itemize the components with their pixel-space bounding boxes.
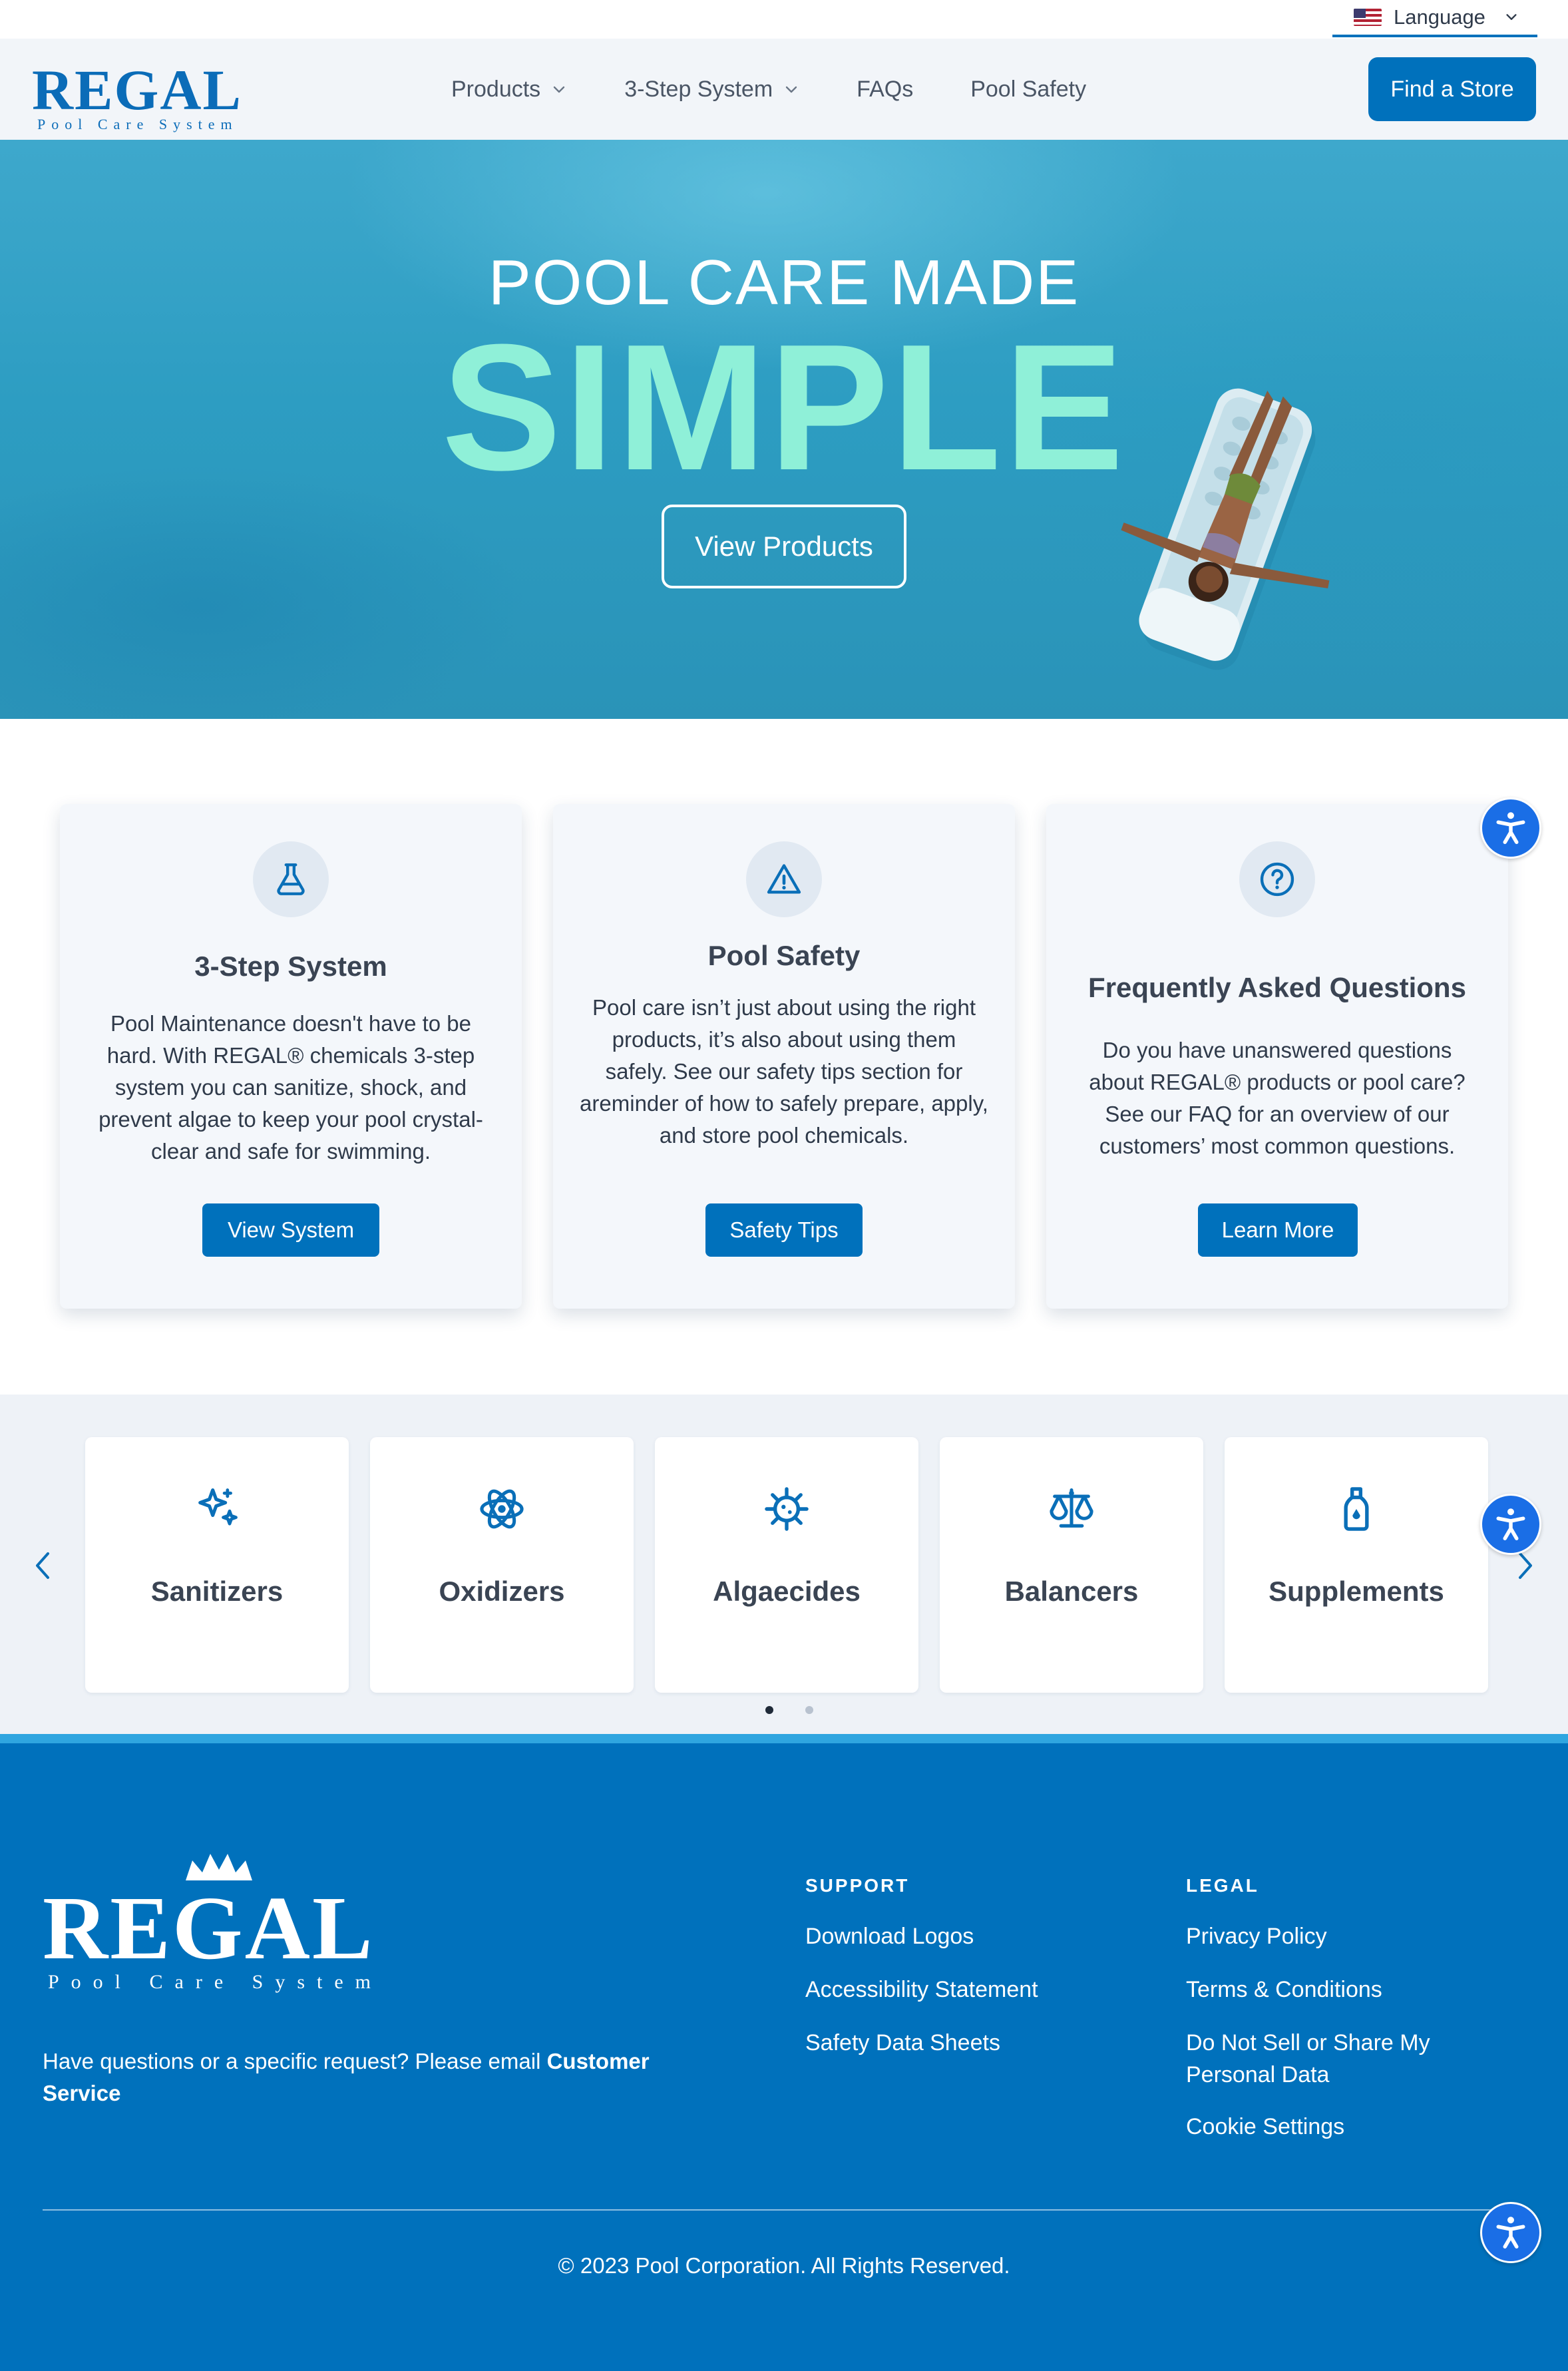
- card-text: Do you have unanswered questions about R…: [1089, 1038, 1466, 1158]
- atom-icon: [480, 1489, 524, 1529]
- category-card-algaecides[interactable]: Algaecides: [655, 1437, 918, 1693]
- logo-tagline: Pool Care System: [37, 116, 238, 132]
- chevron-down-icon: [553, 86, 565, 93]
- category-label: Sanitizers: [150, 1576, 284, 1607]
- footer-contact-text: Have questions or a specific request? Pl…: [43, 2046, 708, 2109]
- warning-icon: [746, 841, 822, 917]
- footer-link-download-logos[interactable]: Download Logos: [805, 1920, 974, 1952]
- swimmer-on-float-image: [1121, 388, 1330, 670]
- accessibility-icon: [1496, 812, 1525, 844]
- footer-link-accessibility-statement[interactable]: Accessibility Statement: [805, 1974, 1038, 2006]
- carousel-pagination: [765, 1706, 813, 1714]
- hero-banner: POOL CARE MADE SIMPLE View Products: [0, 140, 1568, 719]
- footer-link-privacy-policy[interactable]: Privacy Policy: [1186, 1920, 1327, 1952]
- language-selector[interactable]: Language: [1332, 0, 1537, 37]
- nav-products-label: Products: [451, 76, 541, 102]
- support-heading: SUPPORT: [805, 1875, 910, 1896]
- learn-more-button[interactable]: Learn More: [1198, 1203, 1358, 1257]
- category-card-supplements[interactable]: Supplements: [1225, 1437, 1488, 1693]
- carousel-dot-2[interactable]: [805, 1706, 813, 1714]
- accessibility-button[interactable]: [1480, 2202, 1541, 2263]
- footer-logo-wordmark: REGAL: [43, 1878, 375, 1978]
- accessibility-icon: [1496, 2217, 1525, 2249]
- product-category-carousel: Sanitizers Oxidizers Algaecides Balancer…: [0, 1395, 1568, 1734]
- nav-pool-safety-label: Pool Safety: [970, 76, 1087, 102]
- accessibility-button[interactable]: [1480, 797, 1541, 859]
- carousel-dot-1[interactable]: [765, 1706, 773, 1714]
- footer-link-cookie-settings[interactable]: Cookie Settings: [1186, 2111, 1344, 2143]
- regal-logo[interactable]: REGAL Pool Care System: [32, 59, 241, 132]
- card-title: Pool Safety: [707, 940, 861, 971]
- category-label: Algaecides: [713, 1576, 861, 1607]
- card-text: Pool Maintenance doesn't have to be hard…: [98, 1011, 483, 1164]
- chevron-down-icon: [1506, 14, 1517, 20]
- language-bar: Language: [0, 0, 1568, 39]
- category-card-balancers[interactable]: Balancers: [940, 1437, 1203, 1693]
- accessibility-icon: [1496, 1508, 1525, 1540]
- logo-wordmark: REGAL: [32, 58, 242, 122]
- view-products-button[interactable]: View Products: [662, 505, 906, 588]
- contact-text: Have questions or a specific request? Pl…: [43, 2049, 547, 2073]
- find-a-store-button[interactable]: Find a Store: [1368, 57, 1536, 121]
- chevron-down-icon: [785, 86, 797, 93]
- site-footer: REGAL Pool Care System Have questions or…: [0, 1743, 1568, 2371]
- category-label: Oxidizers: [439, 1576, 565, 1607]
- copyright-text: © 2023 Pool Corporation. All Rights Rese…: [558, 2253, 1010, 2278]
- footer-accent-band: [0, 1734, 1568, 1743]
- view-system-button[interactable]: View System: [202, 1203, 379, 1257]
- language-label: Language: [1394, 5, 1485, 29]
- footer-regal-logo[interactable]: REGAL Pool Care System: [43, 1854, 389, 1993]
- question-icon: [1239, 841, 1315, 917]
- nav-3-step-system[interactable]: 3-Step System: [624, 77, 799, 103]
- sparkles-icon: [198, 1488, 238, 1526]
- carousel-prev-arrow-icon[interactable]: [29, 1546, 56, 1586]
- nav-products[interactable]: Products: [451, 77, 567, 103]
- footer-logo-tagline: Pool Care System: [48, 1971, 383, 1993]
- feature-card-pool-safety: Pool Safety Pool care isn’t just about u…: [553, 804, 1015, 1309]
- category-card-sanitizers[interactable]: Sanitizers: [85, 1437, 349, 1693]
- feature-cards-section: 3-Step System Pool Maintenance doesn't h…: [0, 719, 1568, 1395]
- category-label: Supplements: [1269, 1576, 1444, 1607]
- footer-link-safety-data-sheets[interactable]: Safety Data Sheets: [805, 2027, 1000, 2059]
- nav-faqs[interactable]: FAQs: [857, 77, 913, 103]
- site-header: REGAL Pool Care System Products 3-Step S…: [0, 39, 1568, 140]
- card-text: Pool care isn’t just about using the rig…: [580, 995, 988, 1148]
- card-title: 3-Step System: [194, 951, 387, 982]
- flask-icon: [253, 841, 329, 917]
- footer-divider: [43, 2209, 1520, 2211]
- scale-icon: [1050, 1488, 1093, 1528]
- card-title: Frequently Asked Questions: [1088, 972, 1466, 1003]
- safety-tips-button[interactable]: Safety Tips: [705, 1203, 863, 1257]
- feature-card-3-step-system: 3-Step System Pool Maintenance doesn't h…: [60, 804, 522, 1309]
- category-card-oxidizers[interactable]: Oxidizers: [370, 1437, 634, 1693]
- nav-faqs-label: FAQs: [857, 76, 914, 102]
- footer-link-terms-conditions[interactable]: Terms & Conditions: [1186, 1974, 1382, 2006]
- accessibility-button[interactable]: [1480, 1494, 1541, 1555]
- us-flag-icon: [1354, 9, 1382, 26]
- main-nav: Products 3-Step System FAQs Pool Safety: [451, 39, 1143, 140]
- legal-heading: LEGAL: [1186, 1875, 1259, 1896]
- bottle-icon: [1344, 1487, 1369, 1531]
- category-label: Balancers: [1004, 1576, 1139, 1607]
- footer-link-do-not-sell[interactable]: Do Not Sell or Share My Personal Data: [1186, 2027, 1472, 2091]
- nav-pool-safety[interactable]: Pool Safety: [970, 77, 1086, 103]
- virus-icon: [765, 1487, 809, 1531]
- nav-3-step-label: 3-Step System: [624, 76, 773, 102]
- feature-card-faq: Frequently Asked Questions Do you have u…: [1046, 804, 1508, 1309]
